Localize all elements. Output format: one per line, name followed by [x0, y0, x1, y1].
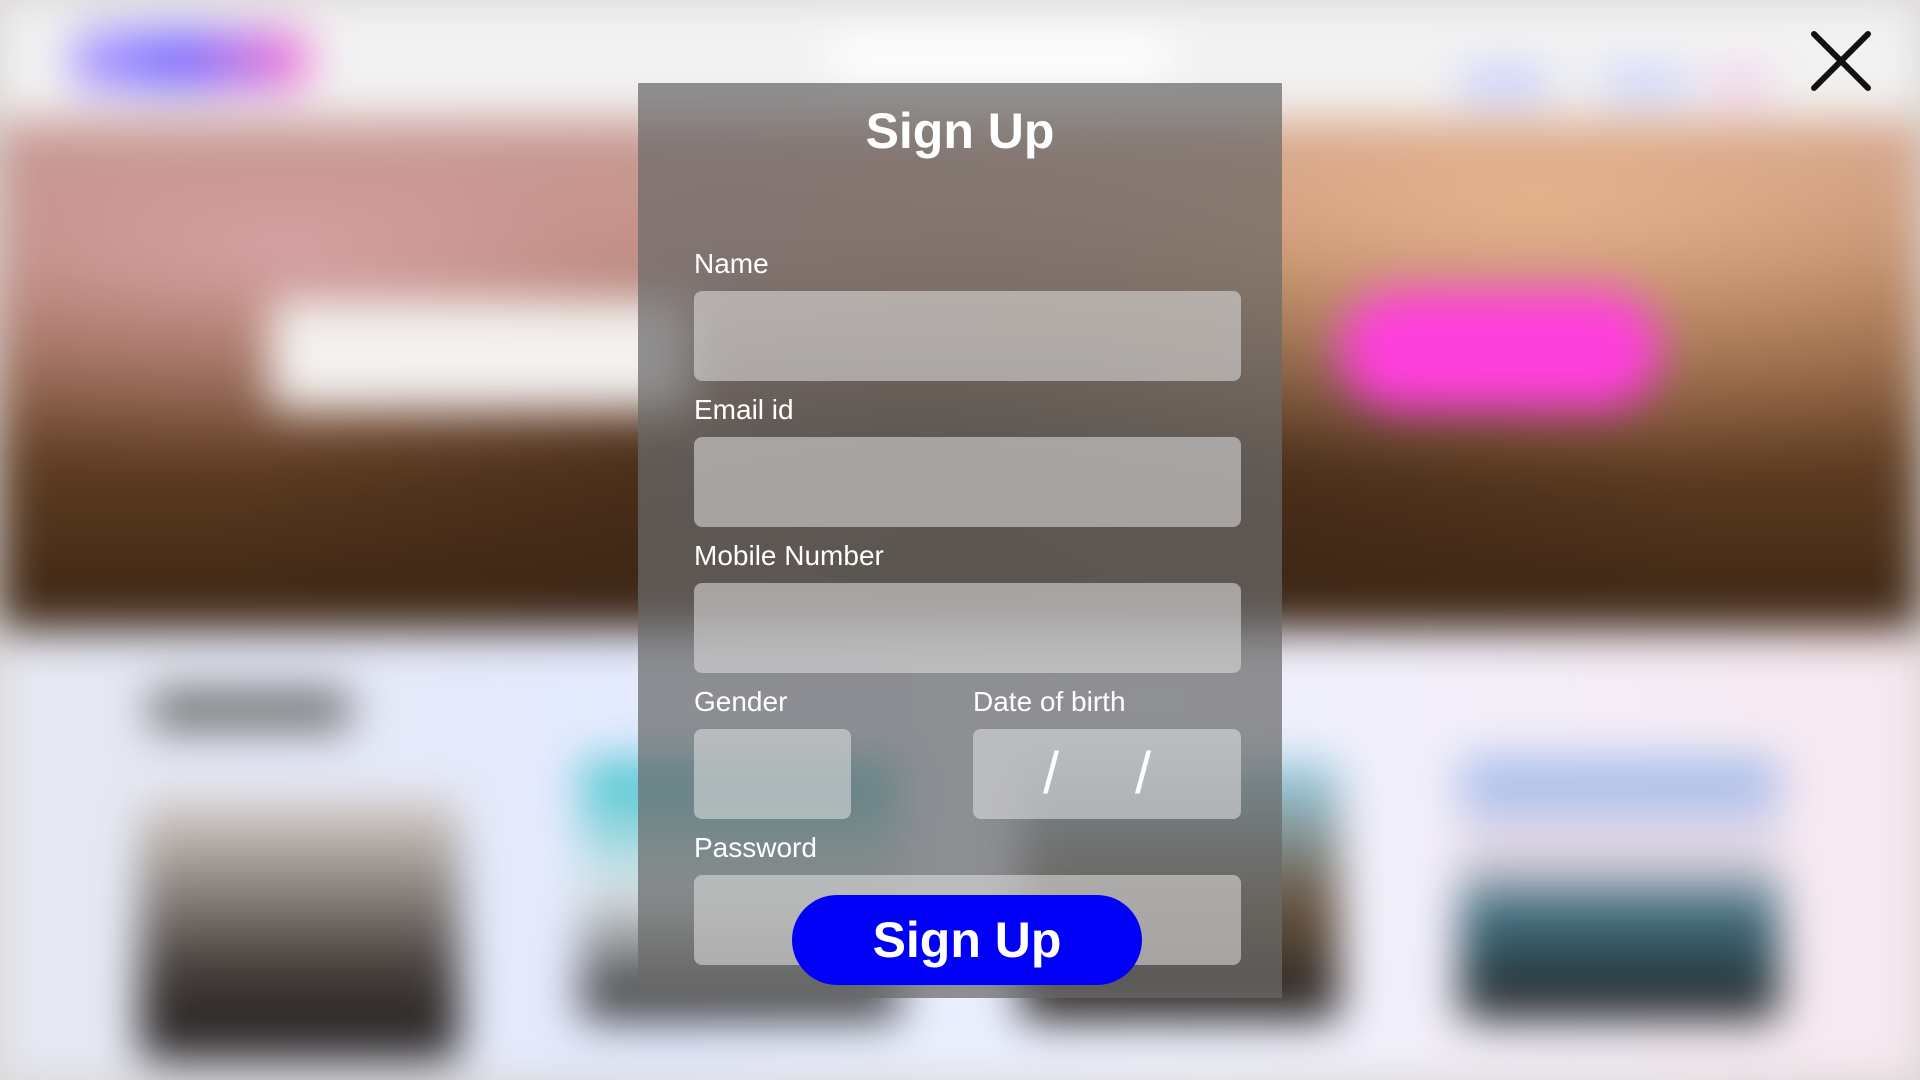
signup-modal: Sign Up Name Email id Mobile Number Gend… — [638, 83, 1282, 998]
email-label: Email id — [694, 394, 794, 425]
dob-separator: / — [1135, 741, 1152, 806]
name-input[interactable] — [694, 291, 1241, 381]
bg-hero-card — [270, 300, 690, 410]
gender-select[interactable] — [694, 729, 851, 819]
bg-section-heading — [150, 690, 350, 730]
modal-title: Sign Up — [865, 103, 1055, 159]
mobile-input[interactable] — [694, 583, 1241, 673]
close-icon — [1811, 31, 1871, 91]
bg-nav-item — [1600, 70, 1690, 98]
bg-nav-item — [1710, 70, 1770, 98]
name-label: Name — [694, 248, 769, 279]
dob-input[interactable]: / / — [973, 729, 1241, 819]
dob-separator: / — [1043, 741, 1060, 806]
bg-hero-button — [1340, 290, 1660, 410]
dob-label: Date of birth — [973, 686, 1126, 717]
gender-label: Gender — [694, 686, 788, 717]
close-button[interactable] — [1808, 28, 1874, 94]
bg-nav-item — [1460, 70, 1550, 98]
password-label: Password — [694, 832, 817, 863]
bg-search-bar — [830, 35, 1170, 79]
bg-logo — [70, 30, 310, 90]
bg-card — [1460, 760, 1780, 1020]
bg-card — [140, 800, 460, 1060]
signup-submit-button[interactable]: Sign Up — [792, 895, 1142, 985]
mobile-label: Mobile Number — [694, 540, 884, 571]
email-input[interactable] — [694, 437, 1241, 527]
